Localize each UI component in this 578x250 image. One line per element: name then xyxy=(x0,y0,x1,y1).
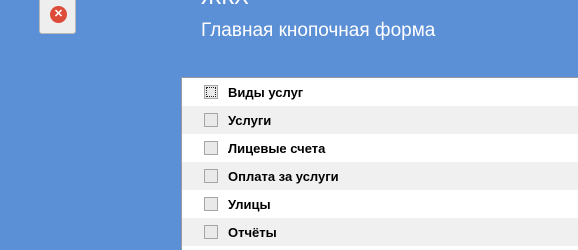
menu-item-label: Отчёты xyxy=(228,224,277,240)
menu-item-streets[interactable]: Улицы xyxy=(182,190,578,218)
switchboard-menu: Виды услуг Услуги Лицевые счета Оплата з… xyxy=(181,77,578,250)
menu-item-personal-accounts[interactable]: Лицевые счета xyxy=(182,134,578,162)
close-button[interactable]: ✕ xyxy=(39,0,76,34)
menu-item-label: Улицы xyxy=(228,196,271,212)
menu-item-label: Виды услуг xyxy=(228,84,304,100)
app-title: ЖКХ xyxy=(201,0,249,10)
page-subtitle: Главная кнопочная форма xyxy=(201,20,436,41)
menu-button[interactable] xyxy=(204,225,218,239)
menu-item-label: Лицевые счета xyxy=(228,140,326,156)
menu-item-service-payment[interactable]: Оплата за услуги xyxy=(182,162,578,190)
menu-button[interactable] xyxy=(204,169,218,183)
close-icon: ✕ xyxy=(50,6,67,23)
menu-item-label: Услуги xyxy=(228,112,272,128)
menu-button[interactable] xyxy=(204,197,218,211)
menu-button[interactable] xyxy=(204,85,218,99)
menu-item-service-types[interactable]: Виды услуг xyxy=(182,78,578,106)
menu-item-services[interactable]: Услуги xyxy=(182,106,578,134)
menu-button[interactable] xyxy=(204,141,218,155)
menu-item-reports[interactable]: Отчёты xyxy=(182,218,578,246)
menu-button[interactable] xyxy=(204,113,218,127)
menu-item-label: Оплата за услуги xyxy=(228,168,339,184)
